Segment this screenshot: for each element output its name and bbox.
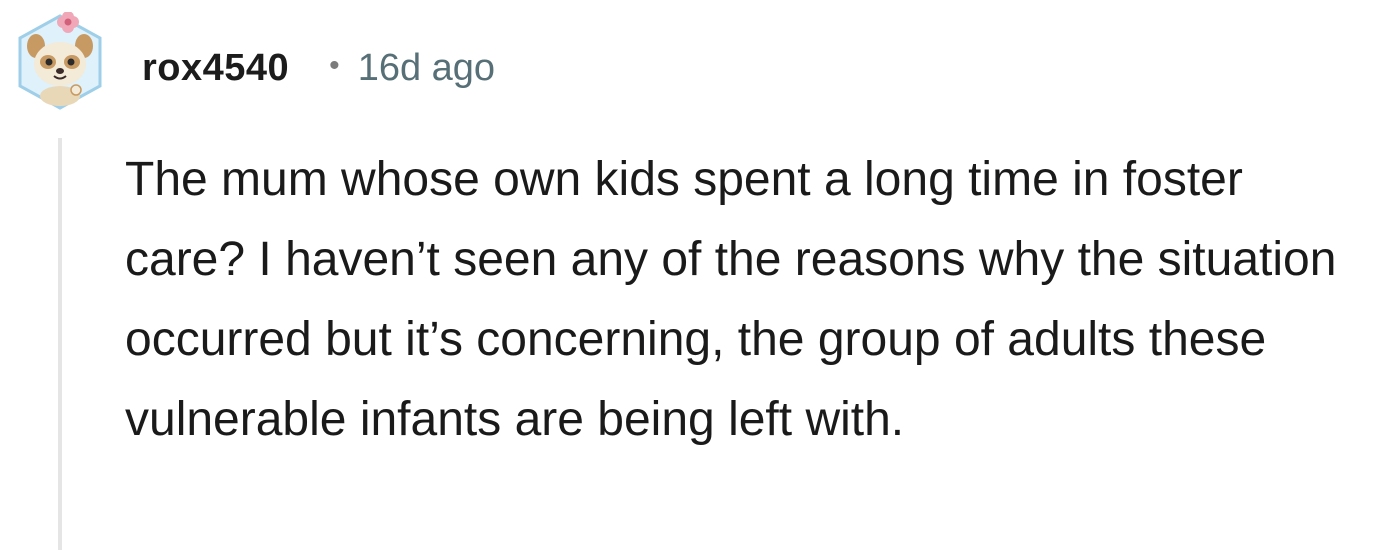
comment-meta: rox4540 • 16d ago xyxy=(142,40,495,96)
meta-separator: • xyxy=(329,49,340,82)
timestamp[interactable]: 16d ago xyxy=(358,47,495,90)
user-avatar-icon[interactable] xyxy=(14,12,106,112)
comment: rox4540 • 16d ago The mum whose own kids… xyxy=(0,0,1380,550)
thread-line[interactable] xyxy=(58,138,62,550)
username-link[interactable]: rox4540 xyxy=(142,47,289,90)
comment-body: The mum whose own kids spent a long time… xyxy=(125,153,1337,446)
